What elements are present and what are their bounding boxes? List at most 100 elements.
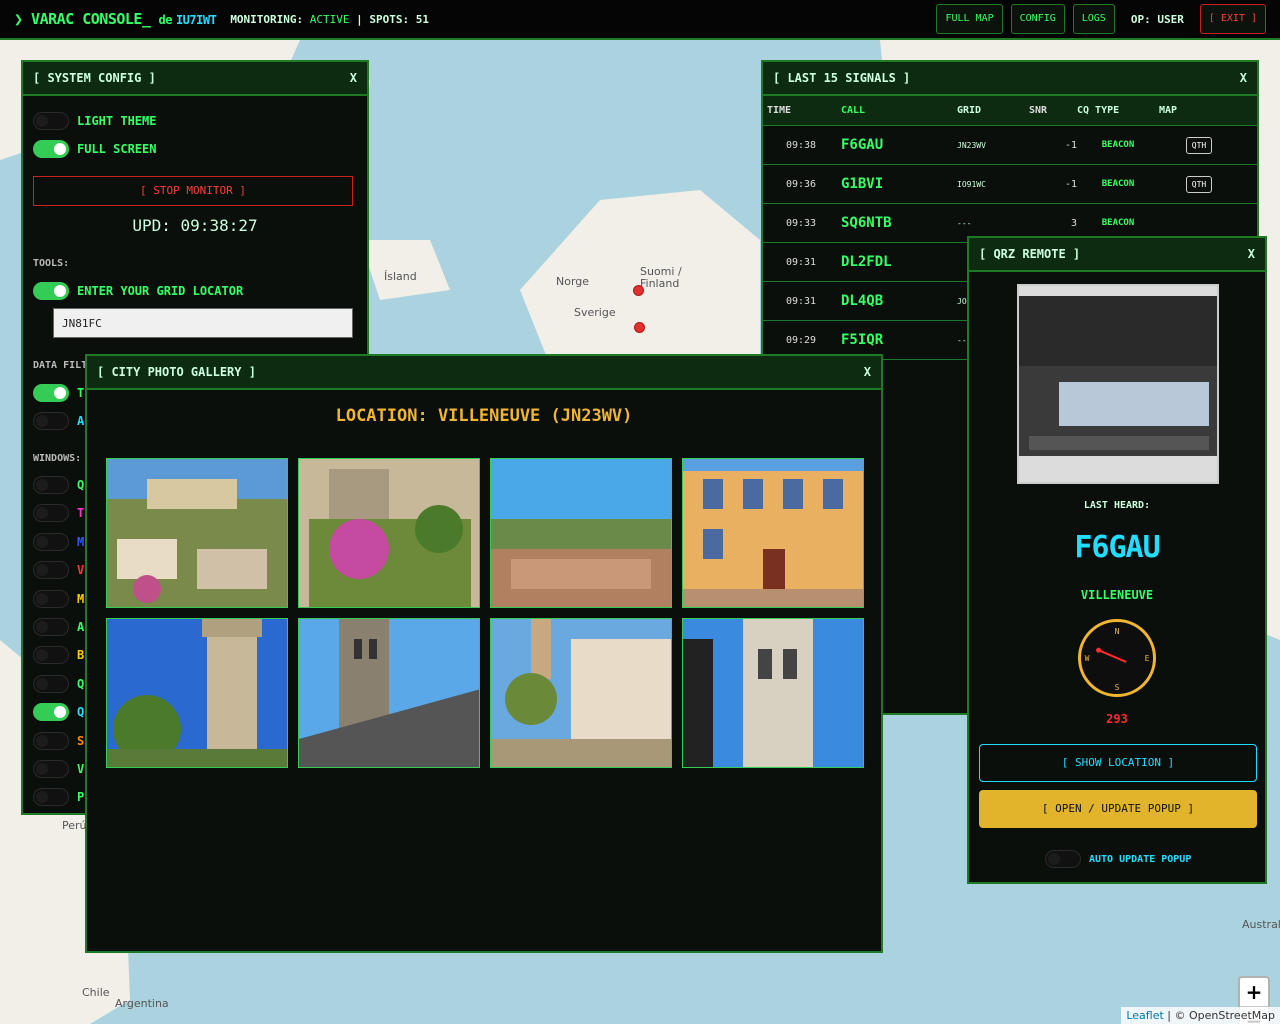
auto-update-popup-toggle[interactable]: AUTO UPDATE POPUP [1045,850,1191,868]
city-photo[interactable] [682,458,864,608]
toggle-label: A [77,620,85,634]
map-spot-marker[interactable] [634,322,645,333]
qth-button[interactable]: QTH [1185,136,1213,154]
window-toggle[interactable]: Q [33,476,84,494]
toggle-switch[interactable] [33,532,69,551]
toggle-switch[interactable] [33,476,69,494]
logs-button[interactable]: LOGS [1072,4,1115,34]
show-location-button[interactable]: [ SHOW LOCATION ] [979,744,1257,782]
compass-south: S [1115,683,1120,692]
close-button[interactable]: X [864,365,871,379]
windows-heading: WINDOWS: [33,453,82,464]
signal-time: 09:31 [785,295,817,307]
zoom-in-button[interactable]: + [1240,978,1268,1007]
signal-time: 09:36 [785,178,817,190]
signal-callsign: SQ6NTB [841,215,892,231]
tools-heading: TOOLS: [33,258,70,269]
signal-callsign: DL4QB [841,293,884,309]
panel-title: [ QRZ REMOTE ] [979,247,1081,261]
city-photo[interactable] [490,458,672,608]
toggle-switch[interactable] [33,561,69,580]
top-bar: ❯ VARAC CONSOLE_ de IU7IWT MONITORING: ACT… [0,0,1280,40]
column-header-grid: GRID [957,105,982,116]
leaflet-link[interactable]: Leaflet [1126,1009,1163,1022]
filter-toggle[interactable]: T [33,384,84,402]
full-map-button[interactable]: FULL MAP [936,4,1003,34]
signal-map-cell: QTH [1159,175,1239,193]
toggle-switch[interactable] [33,703,69,722]
filter-toggle[interactable]: A [33,412,84,430]
column-header-time: TIME [767,105,792,116]
city-photo[interactable] [106,458,288,608]
city-photo[interactable] [106,618,288,768]
toggle-switch[interactable] [33,140,69,158]
window-toggle[interactable]: S [33,731,85,750]
city-photo[interactable] [490,618,672,768]
window-toggle[interactable]: V [33,760,84,778]
column-header-cq-type: CQ TYPE [1077,105,1120,116]
toggle-switch[interactable] [33,384,69,402]
window-toggle[interactable]: Q [33,703,84,722]
map-attribution: Leaflet | © OpenStreetMap [1121,1007,1280,1024]
qth-button[interactable]: QTH [1185,175,1213,193]
panel-title: [ SYSTEM CONFIG ] [33,71,156,85]
stop-monitor-button[interactable]: [ STOP MONITOR ] [33,176,353,206]
window-toggle[interactable]: T [33,504,84,523]
signal-time: 09:31 [785,256,817,268]
toggle-switch[interactable] [33,788,69,807]
signal-row[interactable]: 09:38 F6GAU JN23WV -1 BEACON QTH [763,126,1257,165]
toggle-switch[interactable] [1045,850,1081,868]
toggle-label: M [77,534,85,549]
signal-snr: -1 [1064,178,1077,190]
toggle-label: ENTER YOUR GRID LOCATOR [77,284,244,298]
close-button[interactable]: X [350,71,357,85]
map-label-peru: Perú [62,819,87,832]
open-update-popup-button[interactable]: [ OPEN / UPDATE POPUP ] [979,790,1257,828]
toggle-label: M [77,591,85,606]
panel-header[interactable]: [ QRZ REMOTE ] X [969,238,1265,272]
map-label-iceland: Ísland [384,270,417,283]
signal-callsign: G1BVI [841,176,884,192]
toggle-switch[interactable] [33,282,69,300]
window-toggle[interactable]: V [33,561,84,580]
toggle-switch[interactable] [33,618,69,636]
grid-locator-input[interactable] [53,308,353,338]
city-photo[interactable] [682,618,864,768]
toggle-switch[interactable] [33,760,69,778]
full-screen-toggle[interactable]: FULL SCREEN [33,140,156,158]
update-time: UPD: 09:38:27 [132,216,258,235]
exit-button[interactable]: [ EXIT ] [1199,4,1266,34]
light-theme-toggle[interactable]: LIGHT THEME [33,112,156,130]
toggle-switch[interactable] [33,674,69,693]
grid-locator-toggle[interactable]: ENTER YOUR GRID LOCATOR [33,282,243,300]
toggle-switch[interactable] [33,412,69,430]
operator-label: OP: USER [1130,12,1184,26]
panel-header[interactable]: [ SYSTEM CONFIG ] X [23,62,367,96]
panel-header[interactable]: [ CITY PHOTO GALLERY ] X [87,356,881,390]
toggle-switch[interactable] [33,646,69,665]
window-toggle[interactable]: B [33,646,84,665]
spots-count: | SPOTS: 51 [356,12,430,26]
toggle-label: S [77,733,85,748]
city-photo[interactable] [298,618,480,768]
column-header-snr: SNR [1029,105,1048,116]
window-toggle[interactable]: M [33,589,85,608]
toggle-switch[interactable] [33,731,69,750]
monitoring-status: MONITORING: ACTIVE | SPOTS: 51 [230,13,429,26]
toggle-switch[interactable] [33,589,69,608]
window-toggle[interactable]: M [33,532,85,551]
close-button[interactable]: X [1240,71,1247,85]
close-button[interactable]: X [1248,247,1255,261]
config-button[interactable]: CONFIG [1010,4,1065,34]
toggle-switch[interactable] [33,504,69,523]
panel-header[interactable]: [ LAST 15 SIGNALS ] X [763,62,1257,96]
window-toggle[interactable]: Q [33,674,85,693]
toggle-label: Q [77,676,85,691]
signal-row[interactable]: 09:36 G1BVI IO91WC -1 BEACON QTH [763,165,1257,204]
column-header-call: CALL [841,105,866,116]
city-photo[interactable] [298,458,480,608]
window-toggle[interactable]: A [33,618,84,636]
map-spot-marker[interactable] [633,285,644,296]
operator-callsign: IU7IWT [175,13,217,27]
toggle-switch[interactable] [33,112,69,130]
